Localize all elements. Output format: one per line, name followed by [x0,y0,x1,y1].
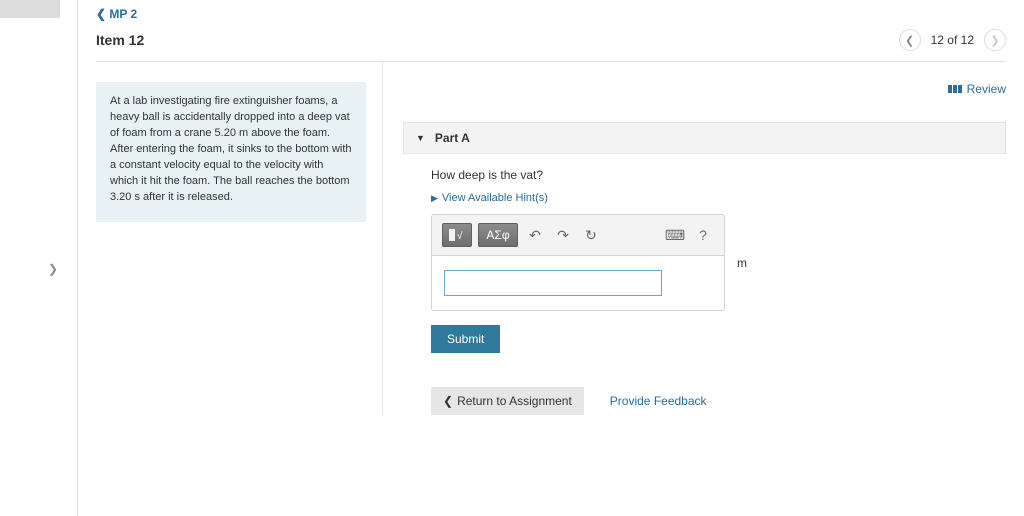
return-to-assignment-button[interactable]: ❮ Return to Assignment [431,387,584,415]
item-header: Item 12 ❮ 12 of 12 ❯ [96,21,1006,62]
breadcrumb-label: MP 2 [109,7,137,21]
redo-button[interactable]: ↷ [552,224,574,246]
review-label: Review [967,82,1006,96]
answer-box: √ ΑΣφ ↶ ↷ ↻ ⌨ ? [431,214,725,311]
part-header[interactable]: ▼ Part A [403,122,1006,154]
reset-button[interactable]: ↻ [580,224,602,246]
item-nav: ❮ 12 of 12 ❯ [899,29,1006,51]
chevron-left-icon: ❮ [96,7,109,21]
fraction-root-icon: √ [448,228,466,242]
chevron-right-icon: ❯ [990,34,999,47]
reset-icon: ↻ [585,227,597,244]
item-position: 12 of 12 [931,33,974,47]
footer-actions: ❮ Return to Assignment Provide Feedback [431,387,1006,415]
greek-button[interactable]: ΑΣφ [478,223,518,247]
undo-icon: ↶ [529,227,541,244]
part-label: Part A [435,131,470,145]
triangle-right-icon: ▶ [431,193,438,204]
content: ❮ MP 2 Item 12 ❮ 12 of 12 ❯ At a lab inv… [78,0,1024,516]
keyboard-button[interactable]: ⌨ [664,224,686,246]
problem-column: At a lab investigating fire extinguisher… [96,62,382,415]
item-title: Item 12 [96,32,144,48]
view-hints-link[interactable]: ▶ View Available Hint(s) [431,192,1006,204]
triangle-down-icon: ▼ [416,133,425,143]
question-text: How deep is the vat? [431,168,1006,182]
answer-column: Review ▼ Part A How deep is the vat? ▶ V… [382,62,1006,415]
return-label: Return to Assignment [457,394,572,408]
sidebar-expand-button[interactable]: ❯ [48,262,58,276]
templates-button[interactable]: √ [442,223,472,247]
answer-unit: m [737,256,747,270]
breadcrumb-link[interactable]: ❮ MP 2 [96,7,137,21]
prev-item-button[interactable]: ❮ [899,29,921,51]
review-link[interactable]: Review [948,82,1006,96]
left-sidebar: ❯ [0,0,78,516]
answer-row: √ ΑΣφ ↶ ↷ ↻ ⌨ ? [431,214,1006,311]
answer-input[interactable] [444,270,662,296]
greek-label: ΑΣφ [486,228,509,242]
bar-chart-icon [948,85,962,93]
svg-text:√: √ [457,230,463,242]
hints-label: View Available Hint(s) [442,192,548,204]
sidebar-gray-block [0,0,60,18]
answer-field-row [432,256,724,310]
undo-button[interactable]: ↶ [524,224,546,246]
provide-feedback-link[interactable]: Provide Feedback [610,394,707,408]
next-item-button[interactable]: ❯ [984,29,1006,51]
chevron-left-icon: ❮ [443,394,453,408]
help-button[interactable]: ? [692,224,714,246]
equation-toolbar: √ ΑΣφ ↶ ↷ ↻ ⌨ ? [432,215,724,256]
part-body: How deep is the vat? ▶ View Available Hi… [403,154,1006,415]
keyboard-icon: ⌨ [665,227,685,244]
chevron-left-icon: ❮ [905,34,914,47]
breadcrumb: ❮ MP 2 [96,0,1006,21]
help-icon: ? [699,227,707,243]
two-column-layout: At a lab investigating fire extinguisher… [96,62,1006,415]
submit-button[interactable]: Submit [431,325,500,353]
redo-icon: ↷ [557,227,569,244]
problem-statement: At a lab investigating fire extinguisher… [96,82,366,222]
